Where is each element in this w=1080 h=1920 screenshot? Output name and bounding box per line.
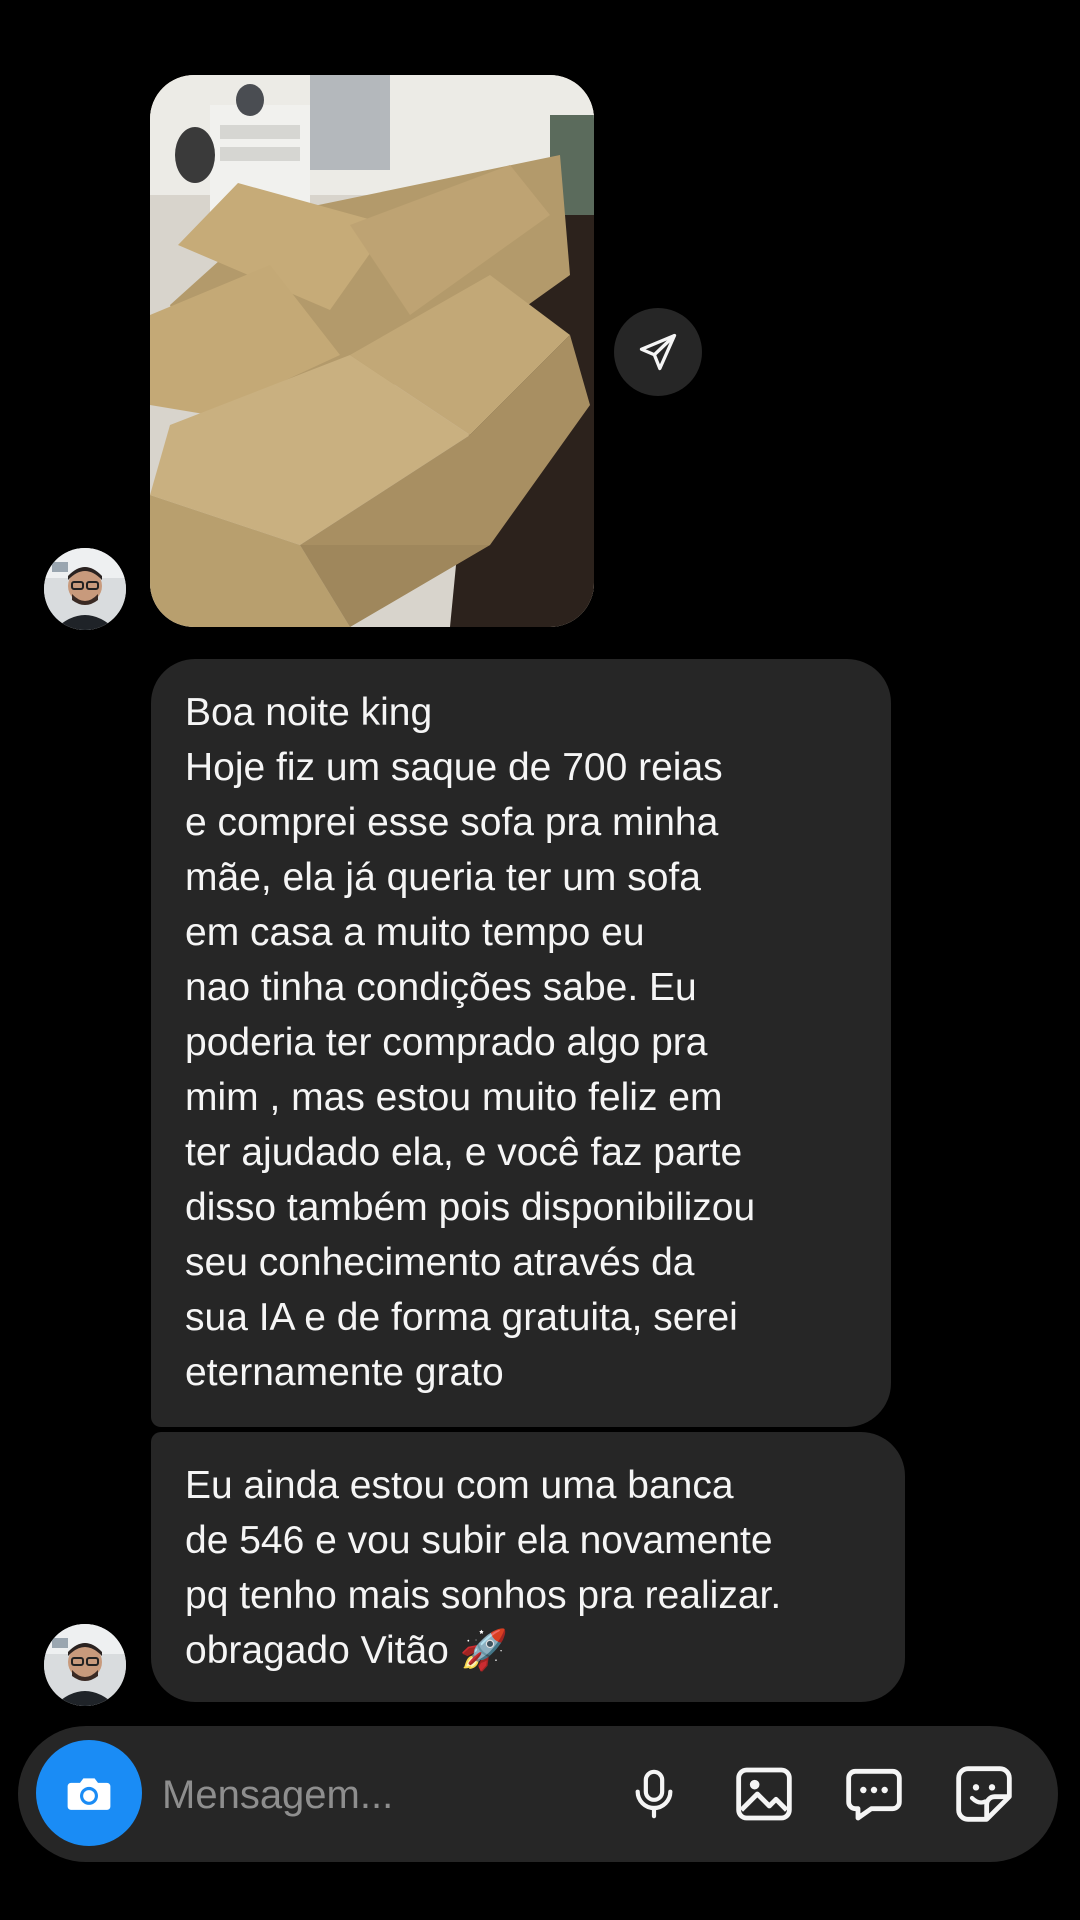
- image-icon: [736, 1767, 792, 1821]
- paper-plane-icon: [639, 333, 677, 371]
- message-input[interactable]: [162, 1760, 602, 1830]
- chat-options-button[interactable]: [836, 1756, 912, 1832]
- share-button[interactable]: [614, 308, 702, 396]
- message-text: Eu ainda estou com uma banca de 546 e vo…: [185, 1464, 782, 1672]
- microphone-button[interactable]: [616, 1756, 692, 1832]
- sticker-icon: [956, 1766, 1012, 1822]
- photo-message[interactable]: [150, 75, 594, 627]
- message-bubble[interactable]: Boa noite king Hoje fiz um saque de 700 …: [151, 659, 891, 1427]
- gallery-button[interactable]: [726, 1756, 802, 1832]
- sender-avatar[interactable]: [44, 548, 126, 630]
- message-text: Boa noite king Hoje fiz um saque de 700 …: [185, 691, 756, 1394]
- chat-bubble-icon: [846, 1768, 902, 1821]
- camera-button[interactable]: [36, 1740, 142, 1846]
- sofa-image: [150, 75, 594, 627]
- message-bubble[interactable]: Eu ainda estou com uma banca de 546 e vo…: [151, 1432, 905, 1702]
- camera-icon: [67, 1778, 111, 1810]
- sticker-button[interactable]: [946, 1756, 1022, 1832]
- microphone-icon: [635, 1769, 673, 1819]
- sender-avatar[interactable]: [44, 1624, 126, 1706]
